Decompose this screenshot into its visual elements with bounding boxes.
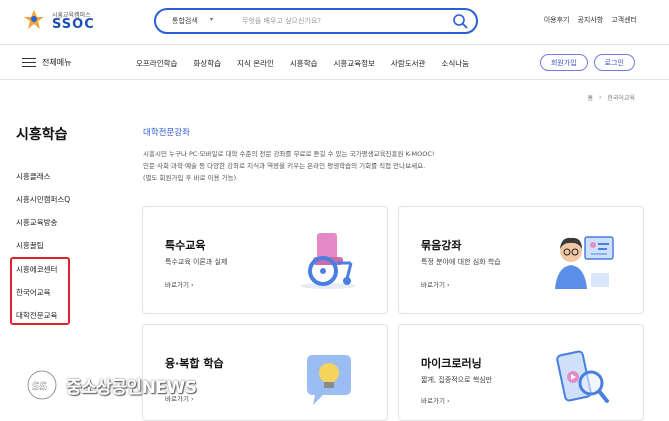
news-logo-icon: SS (26, 369, 58, 401)
link-customer-center[interactable]: 고객센터 (611, 15, 637, 25)
description-line: (별도 회원가입 후 바로 이용 가능) (143, 174, 237, 182)
nav-items: 오프라인학습 화상학습 지식 온라인 시흥학습 시흥교육정보 사람도서관 소식나… (136, 58, 469, 69)
breadcrumb: 홈 › 한국어교육 (587, 93, 635, 102)
all-menu-button[interactable]: 전체메뉴 (22, 57, 71, 68)
search-icon[interactable] (452, 13, 468, 29)
link-notices[interactable]: 공지사항 (577, 15, 603, 25)
logo-mark-icon (24, 10, 44, 29)
all-menu-label: 전체메뉴 (42, 58, 72, 67)
lightbulb-icon (307, 355, 351, 405)
card-subtitle: 특수교육 이론과 실제 (165, 258, 228, 266)
nav-item-education-info[interactable]: 시흥교육정보 (334, 58, 375, 69)
card-link[interactable]: 바로가기 › (421, 395, 450, 405)
login-button[interactable]: 로그인 (593, 54, 635, 71)
card-link[interactable]: 바로가기 › (165, 279, 194, 289)
sidebar-item-tips[interactable]: 시흥꿀팁 (16, 240, 44, 251)
sidebar-title: 시흥학습 (16, 127, 68, 143)
site-header: 시흥교육캠퍼스 SSOC 통합검색 ▾ 무엇을 배우고 싶으신가요? 이용후기 … (0, 0, 669, 44)
course-card[interactable]: 특수교육 특수교육 이론과 실제 바로가기 › (142, 206, 388, 314)
course-card[interactable]: 마이크로러닝 짧게, 집중적으로 핵심만 바로가기 › (398, 324, 644, 421)
description-line: 시흥시민 누구나 PC·모바일로 대학 수준의 전문 강좌를 무료로 듣길 수 … (143, 150, 435, 158)
nav-item-human-library[interactable]: 사람도서관 (391, 58, 426, 69)
hamburger-icon (22, 57, 36, 68)
nav-item-siheung-learning[interactable]: 시흥학습 (290, 58, 318, 69)
card-subtitle: 특정 분야에 대한 심화 학습 (421, 258, 501, 266)
sidebar-item-class[interactable]: 시흥클래스 (16, 171, 51, 182)
watermark-text: 중소상공인NEWS (66, 377, 197, 398)
description-line: 인문·사회·과학·예술 등 다양한 강좌로 지식과 역량을 키우는 온라인 평생… (143, 162, 426, 170)
auth-buttons: 회원가입 로그인 (539, 54, 635, 71)
sidebar-item-campus-q[interactable]: 시흥시민캠퍼스Q (16, 194, 70, 205)
course-card[interactable]: 묶음강좌 특정 분야에 대한 심화 학습 바로가기 › (398, 206, 644, 314)
teacher-monitor-icon (555, 236, 614, 289)
card-title: 마이크로러닝 (421, 357, 482, 370)
main-nav: 전체메뉴 오프라인학습 화상학습 지식 온라인 시흥학습 시흥교육정보 사람도서… (0, 44, 669, 80)
logo-text: SSOC (52, 17, 95, 32)
search-input[interactable]: 무엇을 배우고 싶으신가요? (242, 16, 321, 26)
highlight-box (10, 257, 70, 325)
phone-magnifier-icon (556, 350, 609, 403)
nav-item-video[interactable]: 화상학습 (193, 58, 221, 69)
card-subtitle: 짧게, 집중적으로 핵심만 (421, 376, 493, 384)
card-title: 특수교육 (165, 239, 206, 252)
nav-item-news[interactable]: 소식나눔 (441, 58, 469, 69)
svg-text:SS: SS (32, 380, 47, 393)
nav-item-knowledge[interactable]: 지식 온라인 (237, 58, 274, 69)
chevron-right-icon: › (598, 94, 602, 101)
join-button[interactable]: 회원가입 (539, 54, 588, 71)
sidebar-item-broadcast[interactable]: 시흥교육방송 (16, 217, 57, 228)
search-bar: 통합검색 ▾ 무엇을 배우고 싶으신가요? (154, 8, 478, 34)
card-title: 묶음강좌 (421, 239, 462, 252)
breadcrumb-current: 한국어교육 (607, 95, 635, 102)
site-logo[interactable]: 시흥교육캠퍼스 SSOC (22, 8, 102, 34)
nav-item-offline[interactable]: 오프라인학습 (136, 58, 177, 69)
news-watermark: SS 중소상공인NEWS (26, 368, 197, 402)
chevron-down-icon[interactable]: ▾ (210, 16, 213, 23)
wheelchair-icon (300, 233, 356, 289)
section-title: 대학전문강좌 (143, 128, 190, 138)
link-reviews[interactable]: 이용후기 (544, 15, 570, 25)
breadcrumb-home[interactable]: 홈 (587, 93, 593, 102)
utility-links: 이용후기 공지사항 고객센터 (544, 15, 637, 25)
card-link[interactable]: 바로가기 › (421, 279, 450, 289)
search-category-select[interactable]: 통합검색 (172, 16, 198, 26)
